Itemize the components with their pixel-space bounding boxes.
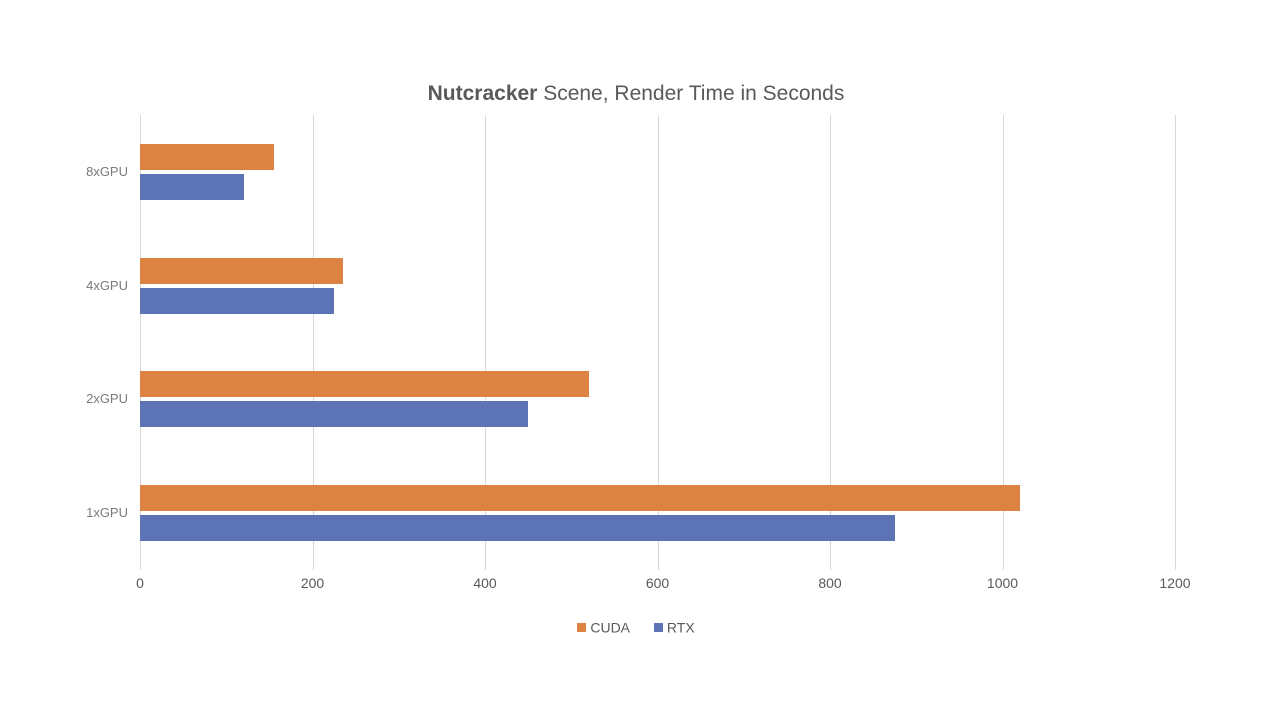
cat-group-8xgpu (140, 115, 1175, 229)
legend-label-rtx: RTX (667, 619, 695, 635)
bar-rtx-8xgpu (140, 174, 244, 200)
y-label-1xgpu: 1xGPU (78, 505, 128, 520)
x-tick-200: 200 (283, 575, 343, 591)
y-label-2xgpu: 2xGPU (78, 391, 128, 406)
bar-cuda-2xgpu (140, 371, 589, 397)
x-tick-0: 0 (110, 575, 170, 591)
chart-title: Nutcracker Scene, Render Time in Seconds (0, 82, 1272, 106)
bar-cuda-1xgpu (140, 485, 1020, 511)
legend: CUDA RTX (0, 618, 1272, 635)
chart-title-bold: Nutcracker (428, 82, 538, 105)
bar-rtx-1xgpu (140, 515, 895, 541)
bar-rtx-2xgpu (140, 401, 528, 427)
legend-swatch-cuda (577, 623, 586, 632)
cat-group-1xgpu (140, 456, 1175, 570)
cat-group-4xgpu (140, 229, 1175, 343)
legend-item-rtx: RTX (654, 618, 695, 635)
x-tick-400: 400 (455, 575, 515, 591)
gridline-1200 (1175, 115, 1176, 570)
plot-area (140, 115, 1175, 570)
bar-cuda-8xgpu (140, 144, 274, 170)
x-tick-1000: 1000 (973, 575, 1033, 591)
x-tick-800: 800 (800, 575, 860, 591)
y-label-4xgpu: 4xGPU (78, 278, 128, 293)
bar-rtx-4xgpu (140, 288, 334, 314)
legend-item-cuda: CUDA (577, 618, 630, 635)
bar-cuda-4xgpu (140, 258, 343, 284)
cat-group-2xgpu (140, 343, 1175, 457)
legend-label-cuda: CUDA (590, 619, 630, 635)
chart-container: Nutcracker Scene, Render Time in Seconds (0, 0, 1272, 712)
y-label-8xgpu: 8xGPU (78, 164, 128, 179)
x-tick-1200: 1200 (1145, 575, 1205, 591)
x-tick-600: 600 (628, 575, 688, 591)
legend-swatch-rtx (654, 623, 663, 632)
chart-title-rest: Scene, Render Time in Seconds (537, 82, 844, 105)
